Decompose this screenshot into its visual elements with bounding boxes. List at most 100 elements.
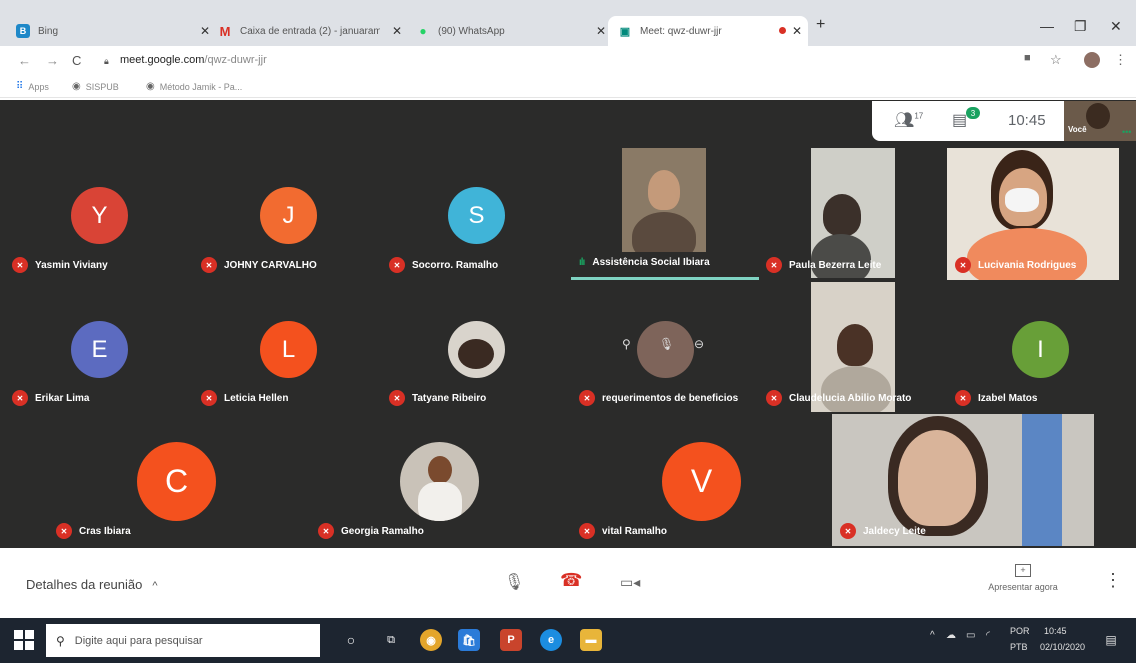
- camera-button[interactable]: ▭◂: [620, 574, 640, 591]
- mic-off-icon: ✕: [389, 390, 405, 406]
- tab-whatsapp[interactable]: ● (90) WhatsApp ✕: [416, 16, 612, 46]
- recording-dot-icon: [779, 27, 786, 34]
- participant-name: Izabel Matos: [978, 392, 1038, 404]
- chat-badge: 3: [966, 107, 980, 119]
- profile-avatar[interactable]: [1084, 52, 1100, 68]
- bookmark-sispub[interactable]: ◉ SISPUB: [72, 81, 119, 92]
- minimize-icon[interactable]: —: [1040, 18, 1054, 34]
- windows-taskbar: ⚲ Digite aqui para pesquisar ○ ⧉ ◉ 🛍︎ P …: [0, 618, 1136, 663]
- browser-menu-icon[interactable]: ⋮: [1114, 52, 1127, 68]
- apps-grid-icon: ⠿: [16, 81, 24, 92]
- mic-off-icon: ✕: [201, 390, 217, 406]
- hang-up-button[interactable]: ☎︎: [560, 570, 582, 591]
- participant-label: ✕ Tatyane Ribeiro: [389, 390, 486, 406]
- onedrive-icon[interactable]: ☁︎: [946, 630, 956, 641]
- remove-participant-icon[interactable]: ⊖: [694, 337, 704, 351]
- participants-button[interactable]: 👥︎17: [894, 110, 923, 130]
- chrome-icon[interactable]: ◉: [420, 629, 442, 651]
- person-figure: [648, 170, 680, 210]
- self-view[interactable]: Você •••: [1064, 101, 1136, 141]
- more-options-icon[interactable]: ⋮: [1104, 570, 1122, 591]
- windows-start-icon[interactable]: [14, 630, 34, 650]
- meeting-info-panel: 👥︎17 ▤ 3 10:45: [872, 101, 1084, 141]
- restore-icon[interactable]: ❐: [1074, 18, 1087, 35]
- present-now-button[interactable]: + Apresentar agora: [978, 564, 1068, 592]
- language-top[interactable]: POR: [1010, 626, 1030, 636]
- tab-title: Bing: [38, 25, 59, 37]
- tab-bing[interactable]: B Bing ✕: [16, 16, 216, 46]
- participant-name: Claudelucia Abilio Morato: [789, 392, 912, 404]
- pin-icon[interactable]: ⚲: [622, 337, 631, 351]
- participant-name: Assistência Social Ibiara: [592, 257, 710, 268]
- more-dots-icon[interactable]: •••: [1122, 127, 1131, 137]
- self-figure: [1086, 103, 1110, 129]
- avatar: Y: [71, 187, 128, 244]
- taskbar-time[interactable]: 10:45: [1044, 626, 1067, 636]
- bookmark-label: Apps: [28, 81, 49, 92]
- camera-icon[interactable]: ■: [1024, 52, 1031, 64]
- tab-title: Caixa de entrada (2) - januaram: [240, 25, 380, 37]
- participants-count: 17: [914, 111, 924, 121]
- language-bottom[interactable]: PTB: [1010, 642, 1028, 652]
- present-label: Apresentar agora: [988, 582, 1058, 592]
- tab-meet[interactable]: ▣ Meet: qwz-duwr-jjr ✕: [608, 16, 808, 46]
- bookmark-metodo[interactable]: ◉ Método Jamik - Pa...: [146, 81, 242, 92]
- video-tile: [622, 148, 706, 252]
- participant-name: Lucivania Rodrigues: [978, 259, 1077, 271]
- avatar-photo: [428, 456, 452, 484]
- file-explorer-icon[interactable]: ▬: [580, 629, 602, 651]
- close-window-icon[interactable]: ✕: [1110, 18, 1122, 35]
- edge-icon[interactable]: e: [540, 629, 562, 651]
- close-icon[interactable]: ✕: [392, 24, 402, 38]
- tray-chevron-icon[interactable]: ^: [930, 630, 935, 641]
- tab-gmail[interactable]: M Caixa de entrada (2) - januaram ✕: [218, 16, 408, 46]
- mic-off-icon: ✕: [201, 257, 217, 273]
- mic-off-icon: ✕: [840, 523, 856, 539]
- mic-off-icon: ✕: [766, 257, 782, 273]
- face-mask: [1005, 188, 1039, 212]
- task-view-icon[interactable]: ⧉: [380, 629, 402, 651]
- avatar: L: [260, 321, 317, 378]
- speaking-indicator-icon: ılı: [579, 257, 585, 268]
- participant-label-speaking: ılı Assistência Social Ibiara: [579, 257, 710, 268]
- avatar: E: [71, 321, 128, 378]
- whatsapp-icon: ●: [419, 24, 427, 38]
- bookmarks-bar: ⠿ Apps ◉ SISPUB ◉ Método Jamik - Pa...: [0, 76, 1136, 98]
- mic-off-icon: ✕: [955, 257, 971, 273]
- forward-icon[interactable]: →: [46, 53, 59, 68]
- bookmark-apps[interactable]: ⠿ Apps: [16, 81, 49, 92]
- meeting-controls-bar: Detalhes da reunião ^ 🎙︎ ☎︎ ▭◂ + Apresent…: [0, 548, 1136, 618]
- close-icon[interactable]: ✕: [200, 24, 210, 38]
- star-icon[interactable]: ☆: [1050, 52, 1062, 68]
- store-icon[interactable]: 🛍︎: [458, 629, 480, 651]
- participant-label: ✕ Cras Ibiara: [56, 523, 131, 539]
- bookmark-label: Método Jamik - Pa...: [159, 81, 243, 92]
- taskbar-date[interactable]: 02/10/2020: [1040, 642, 1085, 652]
- taskbar-search-field[interactable]: ⚲ Digite aqui para pesquisar: [46, 624, 320, 657]
- chat-icon[interactable]: ▤: [952, 110, 967, 130]
- cortana-icon[interactable]: ○: [340, 629, 362, 651]
- notification-icon[interactable]: ▤: [1100, 629, 1122, 651]
- avatar: I: [1012, 321, 1069, 378]
- participant-name: Erikar Lima: [35, 392, 90, 404]
- url-field[interactable]: meet.google.com/qwz-duwr-jjr: [120, 54, 267, 66]
- close-icon[interactable]: ✕: [596, 24, 606, 38]
- reload-icon[interactable]: C: [72, 53, 81, 68]
- participant-name: requerimentos de beneficios: [602, 392, 739, 404]
- new-tab-icon[interactable]: +: [816, 16, 825, 34]
- powerpoint-icon[interactable]: P: [500, 629, 522, 651]
- mic-off-icon: ✕: [955, 390, 971, 406]
- browser-tab-bar: B Bing ✕ M Caixa de entrada (2) - januar…: [0, 0, 1136, 50]
- avatar: V: [662, 442, 741, 521]
- wifi-icon[interactable]: ◜: [986, 630, 990, 641]
- person-figure: [823, 194, 861, 236]
- back-icon[interactable]: ←: [18, 53, 31, 68]
- microphone-button[interactable]: 🎙︎: [504, 572, 524, 592]
- participant-label: ✕ JOHNY CARVALHO: [201, 257, 317, 273]
- participant-label: ✕ Leticia Hellen: [201, 390, 288, 406]
- participant-label: ✕ Claudelucia Abilio Morato: [766, 390, 911, 406]
- url-host: meet.google.com: [120, 54, 205, 66]
- mute-participant-icon[interactable]: 🎙︎: [659, 337, 674, 351]
- meeting-details-button[interactable]: Detalhes da reunião ^: [26, 577, 158, 592]
- close-icon[interactable]: ✕: [792, 24, 802, 38]
